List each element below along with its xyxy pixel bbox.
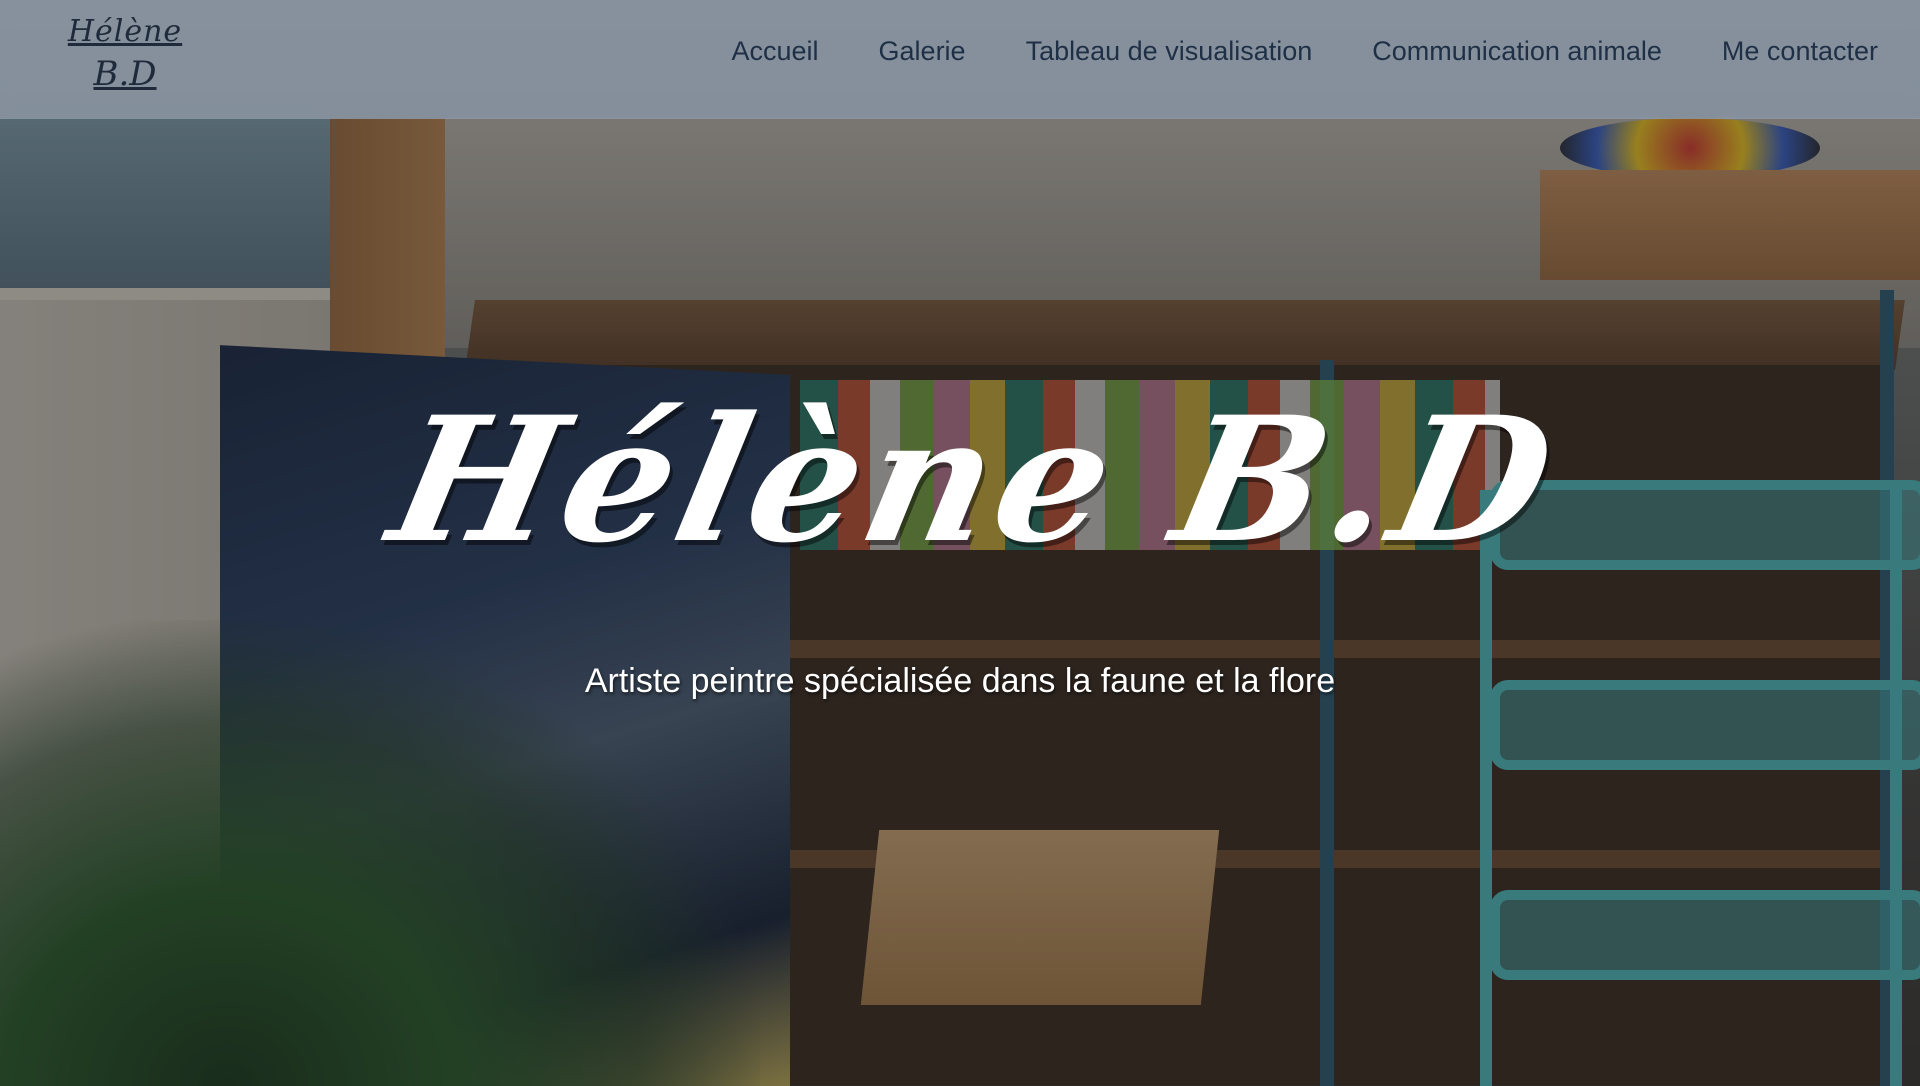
nav-communication-animale[interactable]: Communication animale [1372, 36, 1662, 67]
site-logo[interactable]: Hélène B.D [60, 12, 190, 108]
hero-subtitle: Artiste peintre spécialisée dans la faun… [584, 662, 1336, 700]
logo-line-1: Hélène [67, 14, 183, 49]
nav-tableau-de-visualisation[interactable]: Tableau de visualisation [1026, 36, 1313, 67]
site-header: Hélène B.D Accueil Galerie Tableau de vi… [0, 0, 1920, 119]
nav-me-contacter[interactable]: Me contacter [1722, 36, 1878, 67]
hero-title: Hélène B.D [375, 378, 1575, 581]
nav-galerie[interactable]: Galerie [879, 36, 966, 67]
nav-accueil[interactable]: Accueil [731, 36, 818, 67]
logo-line-2: B.D [93, 54, 157, 94]
main-nav: Accueil Galerie Tableau de visualisation… [731, 36, 1878, 67]
